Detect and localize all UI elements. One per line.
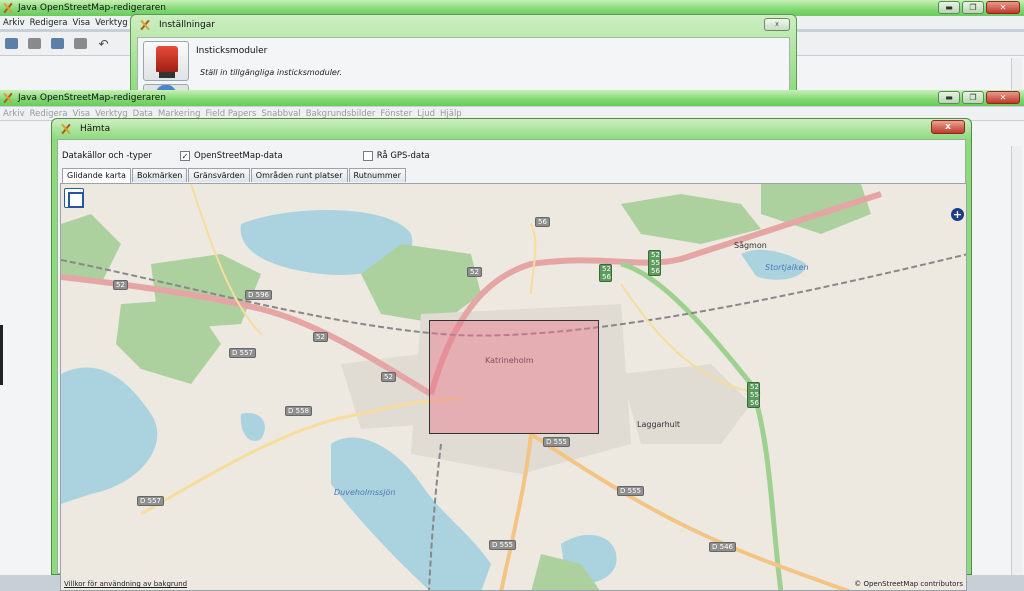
download-area-selection[interactable]: [429, 320, 599, 434]
tab-gransvarden[interactable]: Gränsvärden: [188, 168, 250, 182]
josm-logo-icon: [60, 123, 72, 135]
water-label-duveholmssjon: Duveholmssjön: [334, 488, 396, 497]
settings-dialog: Inställningar ☓ Insticksmoduler Ställ in…: [130, 14, 797, 96]
osm-data-checkbox[interactable]: ✓ OpenStreetMap-data: [180, 151, 283, 161]
map-attribution: © OpenStreetMap contributors: [854, 580, 963, 588]
menu-markering[interactable]: Markering: [158, 109, 201, 119]
osm-data-checkmark[interactable]: ✓: [180, 151, 190, 161]
menu-redigera[interactable]: Redigera: [30, 18, 68, 28]
menu-verktyg[interactable]: Verktyg: [95, 109, 128, 119]
plugin-heading: Insticksmoduler: [196, 46, 268, 56]
plug-icon: [156, 46, 178, 78]
gps-data-label: Rå GPS-data: [376, 151, 430, 161]
road-shield: D 557: [229, 348, 256, 358]
tab-rutnummer[interactable]: Rutnummer: [348, 168, 406, 182]
road-shield: D 546: [709, 542, 736, 552]
download-close-button[interactable]: x: [931, 120, 965, 134]
save-button[interactable]: [26, 36, 43, 52]
minimize-button[interactable]: ▬: [938, 91, 960, 104]
menu-arkiv[interactable]: Arkiv: [3, 109, 25, 119]
front-scrollbar[interactable]: [1011, 146, 1022, 575]
left-edge-panel: [0, 325, 3, 385]
minimize-button[interactable]: ▬: [938, 1, 960, 14]
zoom-in-icon[interactable]: +: [951, 208, 964, 221]
plugin-tab-button[interactable]: [143, 41, 189, 81]
close-button[interactable]: ✕: [986, 91, 1020, 104]
road-shield: D 555: [489, 540, 516, 550]
menu-verktyg[interactable]: Verktyg: [95, 18, 128, 28]
menu-fonster[interactable]: Fönster: [380, 109, 412, 119]
plugin-description: Ställ in tillgängliga insticksmoduler.: [200, 68, 342, 77]
road-shield-stack: 52 55 56: [747, 382, 760, 408]
shield-number: 56: [602, 273, 611, 281]
gps-data-checkmark[interactable]: [362, 151, 373, 161]
water-label-stortjalken: Stortjalken: [765, 263, 809, 272]
road-shield: 52: [467, 267, 482, 277]
menu-snabbval[interactable]: Snabbval: [261, 109, 300, 119]
road-shield: D 596: [245, 290, 272, 300]
tab-omraden-runt-platser[interactable]: Områden runt platser: [250, 168, 348, 182]
josm-logo-icon: [2, 2, 14, 14]
shield-number: 56: [651, 267, 660, 275]
menu-visa[interactable]: Visa: [72, 18, 90, 28]
maximize-button[interactable]: ❐: [962, 1, 984, 14]
josm-logo-icon: [139, 19, 151, 31]
download-icon: [51, 38, 64, 49]
upload-button[interactable]: [72, 36, 89, 52]
back-window-title: Java OpenStreetMap-redigeraren: [18, 3, 166, 13]
map-terms-link[interactable]: Villkor för användning av bakgrund: [64, 580, 187, 588]
data-sources-label: Datakällor och -typer: [62, 151, 152, 161]
undo-button[interactable]: ↶: [95, 36, 112, 52]
shield-number: 56: [750, 399, 759, 407]
upload-icon: [74, 38, 87, 49]
close-button[interactable]: ✕: [986, 1, 1020, 14]
road-shield: D 555: [617, 486, 644, 496]
josm-logo-icon: [2, 92, 14, 104]
menu-ljud[interactable]: Ljud: [417, 109, 435, 119]
menu-visa[interactable]: Visa: [72, 109, 90, 119]
slippy-map[interactable]: + Katrineholm Sågmon Laggarhult Stortjal…: [60, 183, 967, 591]
maximize-button[interactable]: ❐: [962, 91, 984, 104]
road-shield: D 557: [137, 496, 164, 506]
shield-number: 55: [750, 391, 759, 399]
front-window-title: Java OpenStreetMap-redigeraren: [18, 93, 166, 103]
road-shield: D 555: [543, 437, 570, 447]
road-shield: 52: [381, 372, 396, 382]
road-shield-stack: 52 55 56: [648, 250, 661, 276]
road-shield-stack: 52 56: [599, 264, 612, 282]
open-file-button[interactable]: [3, 36, 20, 52]
download-tabs: Glidande karta Bokmärken Gränsvärden Omr…: [62, 168, 407, 183]
download-button[interactable]: [49, 36, 66, 52]
folder-icon: [5, 38, 18, 49]
tab-glidande-karta[interactable]: Glidande karta: [62, 168, 131, 183]
shield-number: 52: [750, 383, 759, 391]
back-scrollbar[interactable]: [1011, 58, 1022, 90]
osm-data-label: OpenStreetMap-data: [194, 151, 283, 161]
menu-hjalp[interactable]: Hjälp: [440, 109, 462, 119]
place-label-laggarhult: Laggarhult: [637, 420, 681, 429]
save-icon: [28, 38, 41, 49]
road-shield: 52: [313, 332, 328, 342]
menu-redigera[interactable]: Redigera: [30, 109, 68, 119]
front-window-titlebar: Java OpenStreetMap-redigeraren ▬ ❐ ✕: [0, 90, 1024, 106]
download-dialog: Hämta x Datakällor och -typer ✓ OpenStre…: [51, 118, 972, 591]
shield-number: 52: [651, 251, 660, 259]
road-shield: 56: [535, 217, 550, 227]
download-title: Hämta: [80, 124, 111, 134]
road-shield: D 558: [285, 406, 312, 416]
settings-close-button[interactable]: ☓: [764, 18, 790, 31]
menu-arkiv[interactable]: Arkiv: [3, 18, 25, 28]
settings-title: Inställningar: [159, 20, 215, 30]
shield-number: 52: [602, 265, 611, 273]
shield-number: 55: [651, 259, 660, 267]
menu-bakgrundsbilder[interactable]: Bakgrundsbilder: [306, 109, 376, 119]
fullscreen-map-button[interactable]: [64, 188, 84, 208]
gps-data-checkbox[interactable]: Rå GPS-data: [362, 151, 430, 161]
place-label-sagmon: Sågmon: [734, 241, 767, 250]
road-shield: 52: [113, 280, 128, 290]
tab-bokmarken[interactable]: Bokmärken: [131, 168, 188, 182]
menu-field-papers[interactable]: Field Papers: [206, 109, 257, 119]
menu-data[interactable]: Data: [133, 109, 153, 119]
